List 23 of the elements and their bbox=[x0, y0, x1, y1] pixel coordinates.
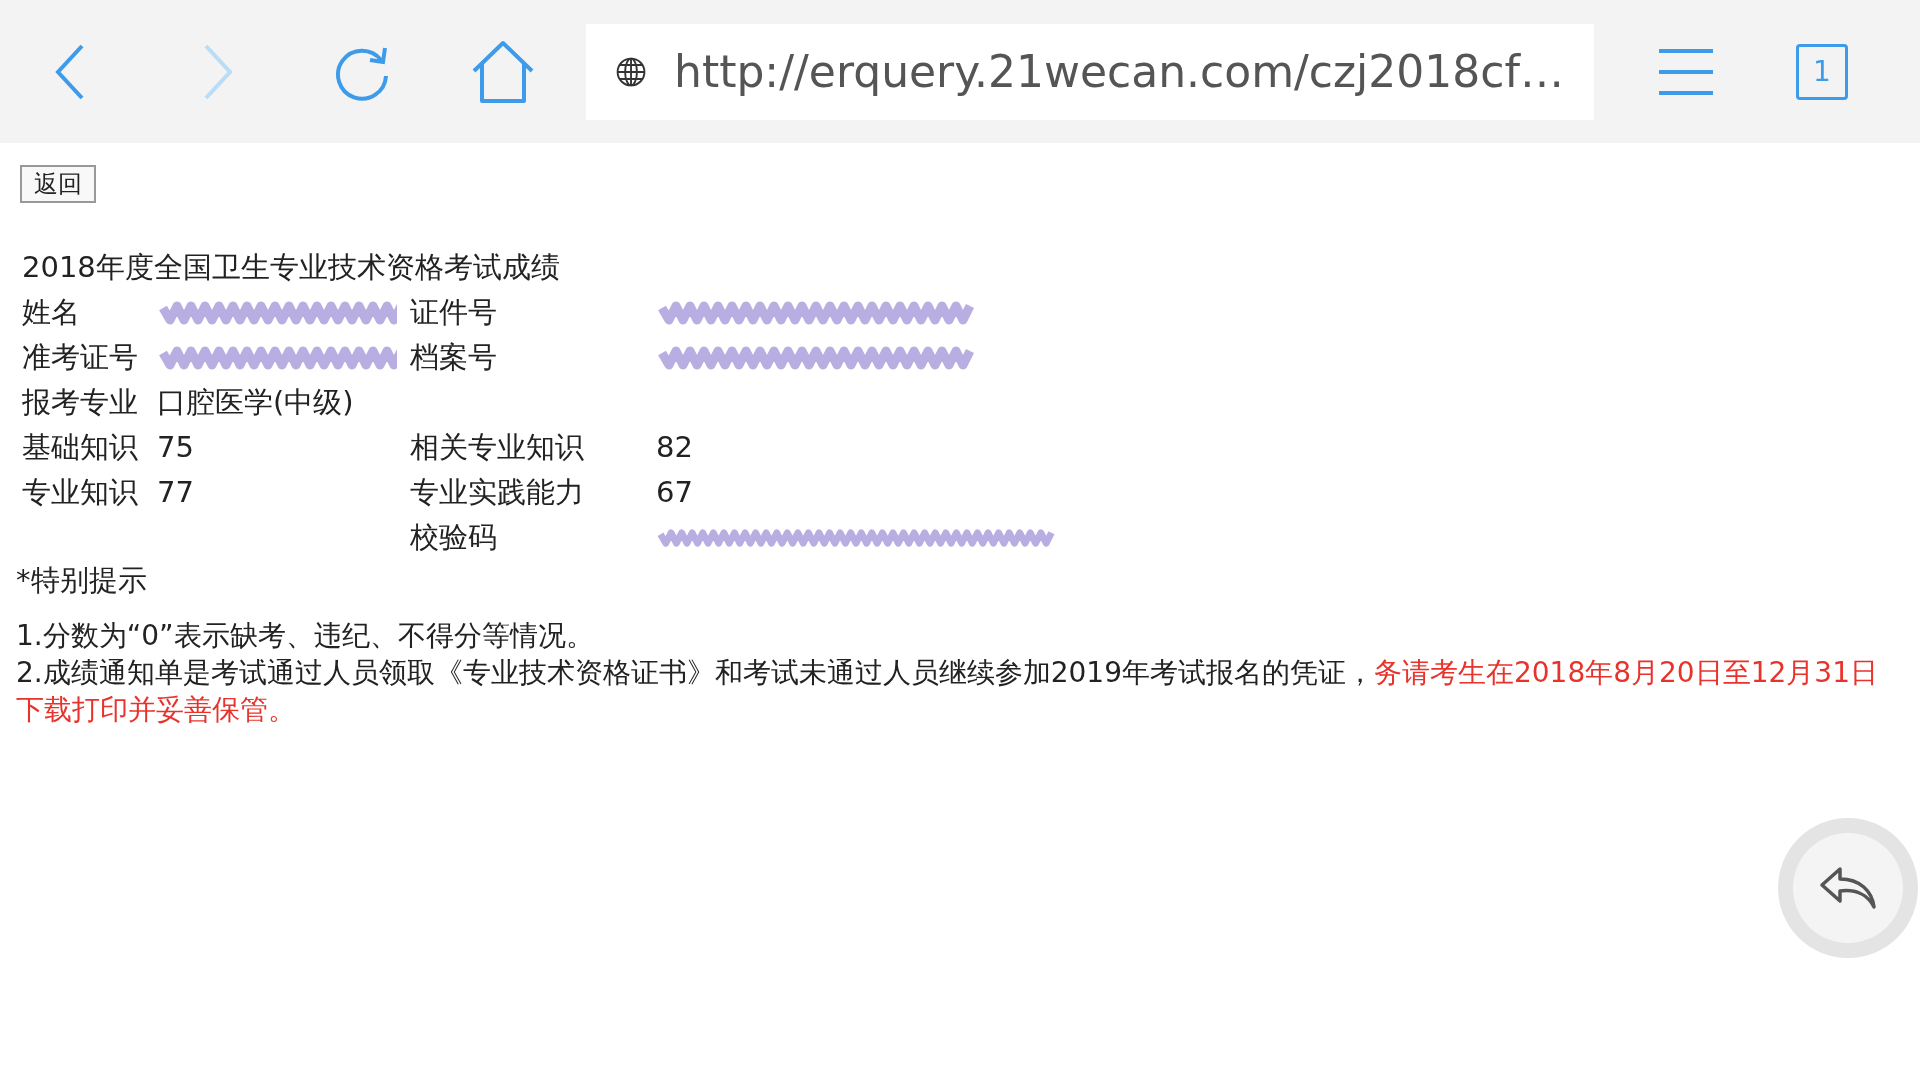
field-label: 专业实践能力 bbox=[410, 474, 584, 511]
field-label: 证件号 bbox=[410, 294, 497, 331]
field-label: 基础知识 bbox=[22, 429, 138, 466]
notice-text: 1.分数为“0”表示缺考、违纪、不得分等情况。 bbox=[16, 618, 595, 654]
field-value: 75 bbox=[157, 429, 194, 466]
page-title: 2018年度全国卫生专业技术资格考试成绩 bbox=[22, 249, 560, 286]
notice-text: 2.成绩通知单是考试通过人员领取《专业技术资格证书》和考试未通过人员继续参加2019年考试报名的凭证，务请考生在2018年8月20日至12月31日下载打印并妥善保管。 bbox=[16, 655, 1879, 728]
field-label: 档案号 bbox=[410, 339, 497, 376]
back-link-button[interactable]: 返回 bbox=[20, 165, 96, 203]
field-value: 77 bbox=[157, 474, 194, 511]
field-value: 67 bbox=[656, 474, 693, 511]
field-value: 82 bbox=[656, 429, 693, 466]
field-label: 报考专业 bbox=[22, 384, 138, 421]
address-bar[interactable]: http://erquery.21wecan.com/czj2018cf… bbox=[586, 23, 1594, 120]
notice-heading: *特别提示 bbox=[16, 562, 147, 599]
field-value: 口腔医学(中级) bbox=[157, 384, 354, 421]
field-label: 校验码 bbox=[410, 519, 497, 556]
field-label: 相关专业知识 bbox=[410, 429, 584, 466]
field-label: 姓名 bbox=[22, 294, 80, 331]
url-text: http://erquery.21wecan.com/czj2018cf… bbox=[674, 44, 1564, 99]
reply-arrow-icon bbox=[1818, 865, 1878, 911]
field-label: 专业知识 bbox=[22, 474, 138, 511]
field-label: 准考证号 bbox=[22, 339, 138, 376]
